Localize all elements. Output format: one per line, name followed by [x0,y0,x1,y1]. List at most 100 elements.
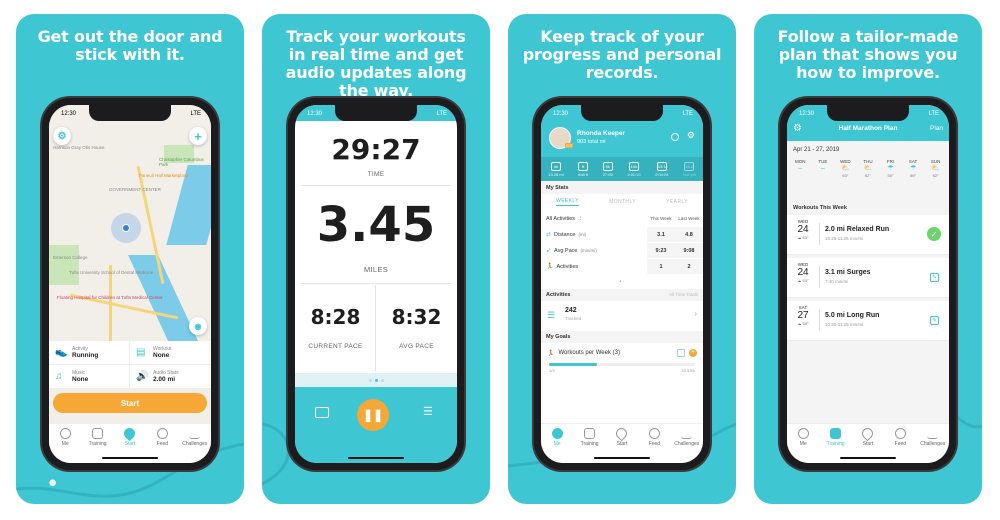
tab-challenges[interactable]: Challenges [918,428,948,463]
record-icon: 10k [628,161,639,171]
list-icon: ☰ [547,310,556,320]
record-badge[interactable]: 5k 27:05 [602,161,613,177]
column-header: Last Week [678,216,700,221]
map-label: Emerson College [53,255,88,260]
stat-unit: (min/mi) [580,248,597,253]
workout-row[interactable]: SAT 27 ☁ 59° 5.0 mi Long Run 10:25-11:25… [787,301,949,341]
weekday-temp: 63° [842,173,849,178]
activity-filter[interactable]: All Activities ⋮ [541,216,647,222]
weekday-sat[interactable]: SAT ☂ 59° [904,159,922,178]
record-badge[interactable]: ft 648 ft [578,161,589,177]
tab-monthly[interactable]: MONTHLY [609,199,636,205]
goal-progress-percent: 33.33% [681,368,695,373]
tab-weekly[interactable]: WEEKLY [556,198,579,206]
pause-button[interactable]: ❚❚ [357,399,389,431]
record-badge[interactable]: 26.2 Not yet [683,161,696,177]
tab-me[interactable]: Me [788,428,818,463]
record-badge[interactable]: 13.1 2:04:24 [655,161,668,177]
stats-header-row: All Activities ⋮ This Week Last Week [541,211,703,226]
stats-row-distance: ⇄ Distance (mi) 3.1 4.8 [541,227,703,242]
record-icon: 13.1 [656,161,667,171]
partly-cloudy-weather-icon: ⛅ [863,165,873,172]
tab-label: Start [124,441,136,447]
plus-icon[interactable]: + [189,127,207,145]
page-dot [380,378,384,382]
tab-challenges[interactable]: Challenges [672,428,702,463]
location-pin-icon [860,425,876,442]
weekday-fri[interactable]: FRI ☂ 55° [882,159,900,178]
record-value: 648 ft [578,171,589,177]
tab-challenges[interactable]: Challenges [180,428,210,463]
edit-icon[interactable]: ✎ [930,316,939,325]
edit-icon[interactable] [677,349,685,357]
record-badge[interactable]: mi 13.28 mi [548,161,564,177]
mountain-icon [189,428,201,439]
weekday-tue[interactable]: TUE – [814,159,832,178]
setup-music[interactable]: ♫ Music None [49,365,130,389]
stat-label: Avg Pace [554,247,578,254]
feed-icon [894,428,906,439]
record-badge[interactable]: 10k 1:01:13 [627,161,641,177]
tab-label: Start [862,441,874,447]
distance-icon: ⇄ [546,232,552,238]
elapsed-time-value: 29:27 [331,133,421,166]
tab-me[interactable]: Me [542,428,572,463]
week-overview: Apr 21 - 27, 2019 MON – TUE – WED ⛅ 63° THU ⛅ 62°… [787,141,949,201]
weekday-wed[interactable]: WED ⛅ 63° [836,159,854,178]
workout-row[interactable]: WED 24 ☁ 63° 2.0 mi Relaxed Run 10:25-11… [787,215,949,255]
settings-sliders-icon[interactable]: ☰ [423,405,437,419]
weekday-mon[interactable]: MON – [791,159,809,178]
tab-label: Me [553,441,561,447]
stat-last-week: 2 [675,259,703,274]
map-label: Tufts University School of Dental Medici… [69,270,154,275]
search-icon[interactable] [671,133,679,141]
gear-icon[interactable]: ⚙ [687,130,695,141]
current-pace-value: 8:28 [310,305,361,329]
section-subtitle: All Time Totals [669,292,698,297]
smile-icon [551,428,563,439]
setup-workout[interactable]: ▤ Workout None [130,341,211,365]
activities-tracked-row[interactable]: ☰ 242 Tracked › [541,303,703,329]
map-label: Floating Hospital for Children at Tufts … [57,295,163,300]
setup-activity[interactable]: 👟 Activity Running [49,341,130,365]
status-time: 12:30 [553,111,569,117]
status-network: LTE [436,111,447,117]
divider [301,185,451,186]
camera-icon[interactable] [315,407,329,418]
tab-yearly[interactable]: YEARLY [666,199,688,205]
weekday-thu[interactable]: THU ⛅ 62° [859,159,877,178]
record-value: 27:05 [602,171,613,177]
weekday-sun[interactable]: SUN ⛅ 62° [927,159,945,178]
workout-row[interactable]: WED 24 ☁ 63° 3.1 mi Surges 7:40 min/mi ✎ [787,258,949,298]
start-button[interactable]: Start [53,393,207,413]
workout-title: 2.0 mi Relaxed Run [825,226,890,233]
page-indicator[interactable] [295,373,457,387]
phone-frame: GO Rhonda Keeper 903 total mi ⚙ mi 13.28 … [534,98,710,470]
divider [819,309,820,331]
map-label: Harrison Gray Otis House [53,145,105,150]
checkmark-icon[interactable]: ✓ [927,227,941,241]
panel-headline: Track your workouts in real time and get… [285,27,467,100]
broadcast-icon[interactable]: ◉ [189,317,207,335]
plan-title: Half Marathon Plan [838,125,898,132]
goal-progress-bar [549,363,695,366]
gear-icon[interactable]: ⚙ [53,127,71,145]
stats-period-tabs: WEEKLY MONTHLY YEARLY [541,195,703,209]
goal-row[interactable]: 🏃 Workouts per Week (3) + [547,347,697,359]
record-icon: 26.2 [684,161,695,171]
plan-link[interactable]: Plan [930,125,943,132]
setup-audio-stats[interactable]: 🔊 Audio Stats 2.00 mi [130,365,211,389]
section-title: My Goals [546,334,571,340]
page-dot-active [374,378,378,382]
edit-icon[interactable]: ✎ [930,273,939,282]
stats-page-indicator[interactable]: • · [541,279,703,285]
tab-me[interactable]: Me [50,428,80,463]
home-indicator [102,457,158,459]
tab-label: Start [616,441,628,447]
map-label: Faneuil Hall Marketplace [139,173,189,178]
add-icon[interactable]: + [689,349,697,357]
record-icon: 5k [602,161,613,171]
activities-count: 242 [565,307,577,314]
divider [301,283,451,284]
partly-cloudy-weather-icon: ⛅ [931,165,941,172]
